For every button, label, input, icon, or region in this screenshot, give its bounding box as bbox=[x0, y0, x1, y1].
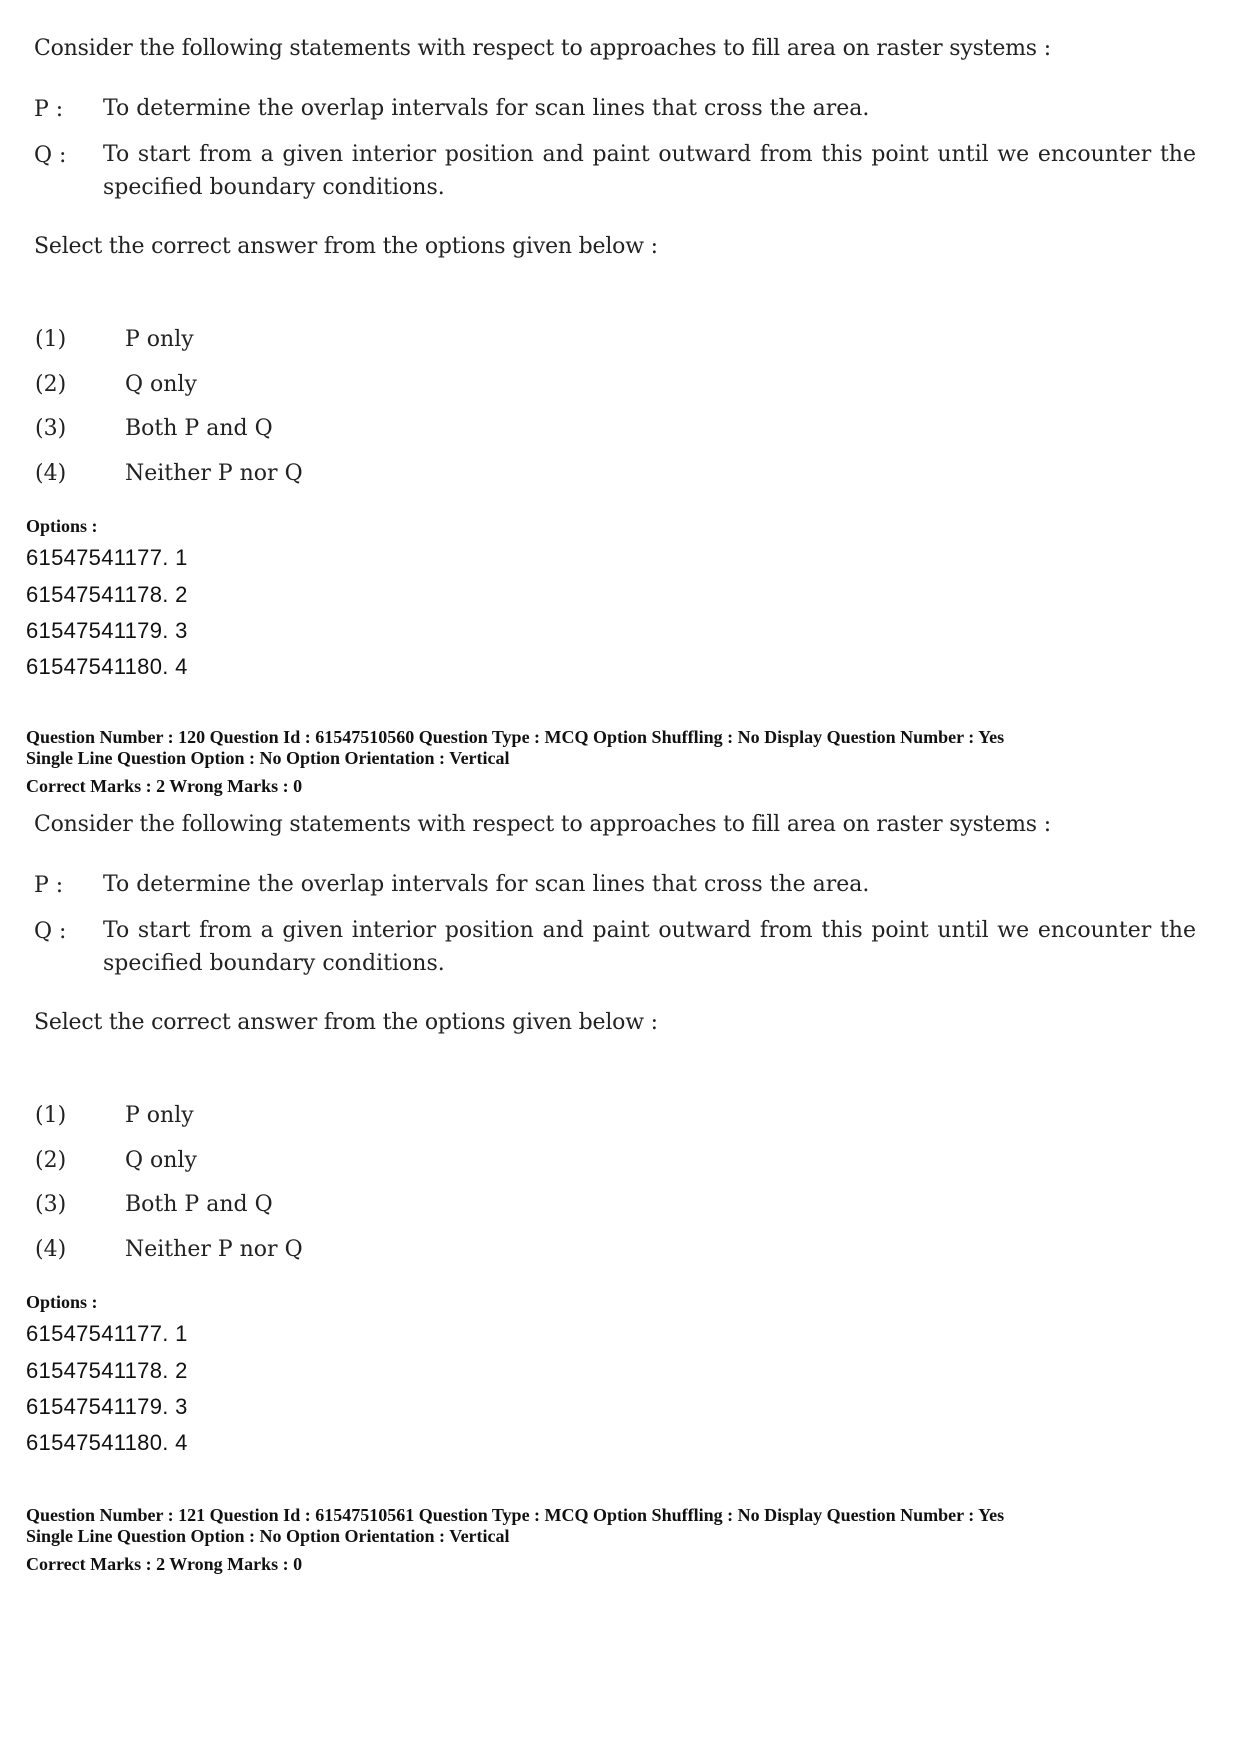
statement-q-text: To start from a given interior position … bbox=[103, 918, 1196, 976]
question-meta-line: Single Line Question Option : No Option … bbox=[26, 748, 510, 768]
choice-number: (3) bbox=[35, 1192, 67, 1217]
instruction-text: Select the correct answer from the optio… bbox=[34, 234, 658, 259]
option-id-row: 61547541177. 1 bbox=[26, 545, 188, 570]
question-stem: Consider the following statements with r… bbox=[34, 812, 1051, 837]
statement-q-label: Q : bbox=[34, 919, 67, 944]
choice-text: Q only bbox=[125, 372, 197, 397]
option-id-row: 61547541177. 1 bbox=[26, 1321, 188, 1346]
question-meta-line: Single Line Question Option : No Option … bbox=[26, 1526, 510, 1546]
choice-text: Neither P nor Q bbox=[125, 1237, 303, 1262]
marks-line: Correct Marks : 2 Wrong Marks : 0 bbox=[26, 1554, 303, 1574]
choice-number: (4) bbox=[35, 461, 67, 486]
choice-number: (1) bbox=[35, 1103, 67, 1128]
instruction-text: Select the correct answer from the optio… bbox=[34, 1010, 658, 1035]
statement-q-label: Q : bbox=[34, 143, 67, 168]
question-stem: Consider the following statements with r… bbox=[34, 36, 1051, 61]
choice-number: (2) bbox=[35, 1148, 67, 1173]
choice-text: Neither P nor Q bbox=[125, 461, 303, 486]
choice-number: (2) bbox=[35, 372, 67, 397]
statement-q-text: To start from a given interior position … bbox=[103, 142, 1196, 200]
question-meta-line: Question Number : 120 Question Id : 6154… bbox=[26, 727, 1005, 747]
statement-p-text: To determine the overlap intervals for s… bbox=[103, 872, 870, 897]
choice-text: P only bbox=[125, 327, 194, 352]
choice-text: P only bbox=[125, 1103, 194, 1128]
option-id-row: 61547541180. 4 bbox=[26, 654, 188, 679]
option-id-row: 61547541180. 4 bbox=[26, 1430, 188, 1455]
choice-text: Both P and Q bbox=[125, 416, 273, 441]
option-id-row: 61547541178. 2 bbox=[26, 582, 188, 607]
option-id-row: 61547541178. 2 bbox=[26, 1358, 188, 1383]
statement-p-text: To determine the overlap intervals for s… bbox=[103, 96, 870, 121]
question-meta-line: Question Number : 121 Question Id : 6154… bbox=[26, 1505, 1005, 1525]
choice-number: (4) bbox=[35, 1237, 67, 1262]
options-heading: Options : bbox=[26, 1292, 98, 1312]
option-id-row: 61547541179. 3 bbox=[26, 1394, 188, 1419]
choice-text: Q only bbox=[125, 1148, 197, 1173]
statement-p-label: P : bbox=[34, 97, 64, 122]
marks-line: Correct Marks : 2 Wrong Marks : 0 bbox=[26, 776, 303, 796]
choice-number: (3) bbox=[35, 416, 67, 441]
options-heading: Options : bbox=[26, 516, 98, 536]
option-id-row: 61547541179. 3 bbox=[26, 618, 188, 643]
statement-p-label: P : bbox=[34, 873, 64, 898]
choice-number: (1) bbox=[35, 327, 67, 352]
choice-text: Both P and Q bbox=[125, 1192, 273, 1217]
